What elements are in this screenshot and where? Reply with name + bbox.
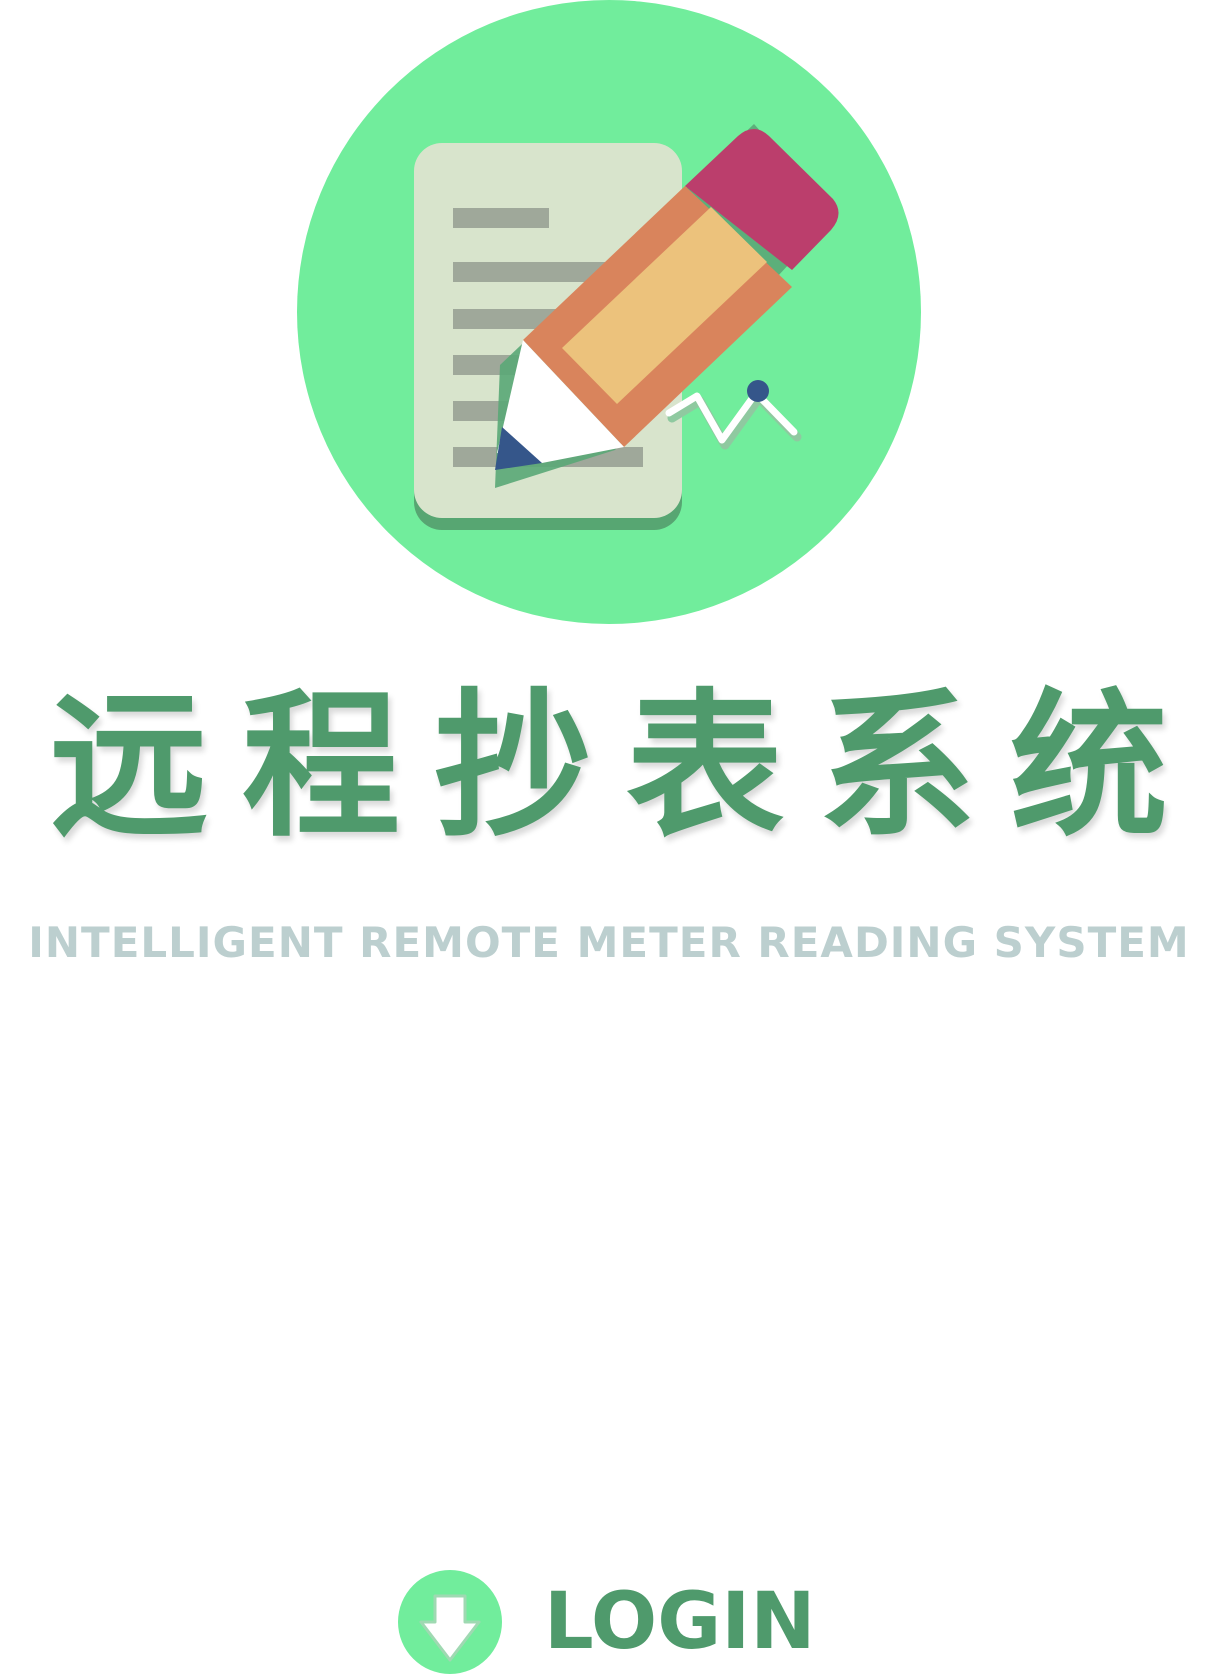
app-title: 远程抄表系统 <box>50 675 1202 859</box>
login-button[interactable]: LOGIN <box>398 1570 828 1674</box>
login-label[interactable]: LOGIN <box>544 1574 816 1670</box>
app-subtitle: INTELLIGENT REMOTE METER READING SYSTEM <box>28 918 1190 967</box>
arrow-down-icon[interactable] <box>398 1570 502 1674</box>
document-pencil-icon <box>414 124 839 530</box>
